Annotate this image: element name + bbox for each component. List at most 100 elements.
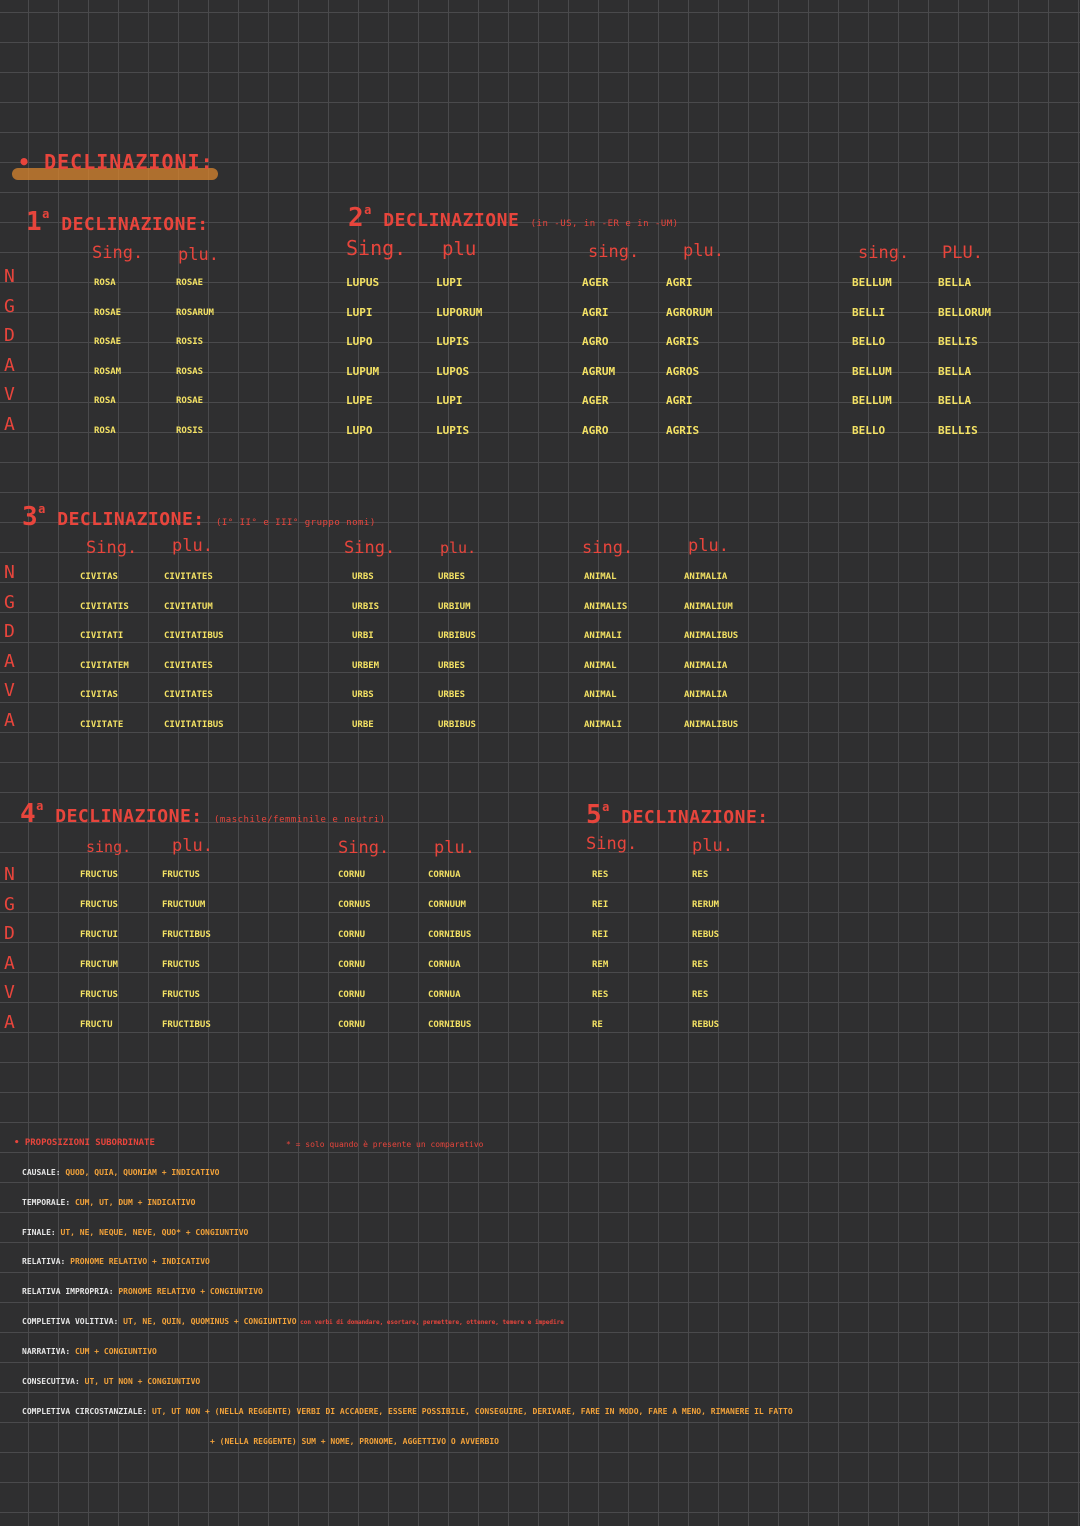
decl5-res-sing-5: RE bbox=[592, 1020, 603, 1030]
decl1-case-5: A bbox=[4, 413, 15, 435]
clause-line-9: + (NELLA REGGENTE) SUM + NOME, PRONOME, … bbox=[210, 1437, 499, 1446]
clause-label-2: FINALE: bbox=[22, 1228, 61, 1237]
decl2-ager-plu-5: AGRIS bbox=[666, 423, 700, 437]
clause-label-6: NARRATIVA: bbox=[22, 1347, 75, 1356]
decl2-bellum-plu-5: BELLIS bbox=[938, 423, 978, 437]
decl3-urbs-sing-4: URBS bbox=[352, 690, 374, 700]
decl1-sing-header: Sing. bbox=[92, 243, 144, 263]
clause-line-6: NARRATIVA: CUM + CONGIUNTIVO bbox=[22, 1347, 157, 1356]
decl4-title-text: DECLINAZIONE: bbox=[55, 806, 203, 827]
decl3-title: 3a DECLINAZIONE: (I° II° e III° gruppo n… bbox=[22, 502, 376, 532]
decl2-title-text: DECLINAZIONE bbox=[383, 210, 520, 231]
decl3-civitas-plu-0: CIVITATES bbox=[164, 572, 213, 582]
decl2-t3-sing-header: sing. bbox=[858, 243, 910, 263]
clauses-star-note: * = solo quando è presente un comparativ… bbox=[286, 1140, 484, 1149]
decl3-urbs-sing-1: URBIS bbox=[352, 601, 380, 612]
decl2-lupus-plu-0: LUPI bbox=[436, 276, 463, 289]
decl3-civitas-sing-5: CIVITATE bbox=[80, 719, 124, 730]
decl4-t1-sing-header: sing. bbox=[86, 838, 132, 856]
decl1-sing-5: ROSA bbox=[94, 425, 116, 436]
decl4-fructus-sing-2: FRUCTUI bbox=[80, 930, 118, 940]
decl1-sing-2: ROSAE bbox=[94, 337, 122, 347]
clause-label-0: CAUSALE: bbox=[22, 1168, 66, 1177]
page-title-text: DECLINAZIONI: bbox=[44, 150, 214, 174]
decl1-sing-0: ROSA bbox=[94, 278, 116, 288]
clause-text-5: UT, NE, QUIN, QUOMINUS + CONGIUNTIVO bbox=[123, 1317, 297, 1326]
decl3-urbs-sing-2: URBI bbox=[352, 631, 374, 641]
decl3-animal-plu-1: ANIMALIUM bbox=[684, 601, 733, 612]
clause-line-3: RELATIVA: PRONOME RELATIVO + INDICATIVO bbox=[22, 1257, 210, 1266]
decl3-civitas-plu-3: CIVITATES bbox=[164, 660, 213, 671]
decl4-case-5: A bbox=[4, 1011, 15, 1033]
decl1-title-num: 1 bbox=[26, 207, 43, 237]
clause-text-7: UT, UT NON + CONGIUNTIVO bbox=[84, 1377, 201, 1386]
decl4-t2-sing-header: Sing. bbox=[338, 838, 390, 858]
decl1-plu-3: ROSAS bbox=[176, 366, 204, 377]
decl4-cornu-sing-1: CORNUS bbox=[338, 900, 371, 910]
decl5-res-sing-1: REI bbox=[592, 900, 609, 910]
clause-line-2: FINALE: UT, NE, NEQUE, NEVE, QUO* + CONG… bbox=[22, 1228, 248, 1237]
decl3-civitas-plu-5: CIVITATIBUS bbox=[164, 719, 224, 730]
decl4-fructus-plu-2: FRUCTIBUS bbox=[162, 930, 211, 940]
decl3-animal-plu-4: ANIMALIA bbox=[684, 690, 728, 700]
decl4-title: 4a DECLINAZIONE: (maschile/femminile e n… bbox=[20, 799, 386, 829]
decl2-lupus-plu-5: LUPIS bbox=[436, 423, 470, 437]
decl4-fructus-plu-3: FRUCTUS bbox=[162, 960, 200, 970]
decl3-animal-plu-3: ANIMALIA bbox=[684, 660, 728, 671]
decl5-res-plu-0: RES bbox=[692, 870, 709, 880]
decl1-case-1: G bbox=[4, 295, 15, 317]
decl4-cornu-sing-3: CORNU bbox=[338, 960, 366, 970]
decl5-t1-plu-header: plu. bbox=[692, 836, 733, 856]
decl2-t1-sing-header: Sing. bbox=[346, 236, 407, 260]
decl1-sing-3: ROSAM bbox=[94, 366, 122, 377]
decl3-civitas-sing-2: CIVITATI bbox=[80, 631, 124, 641]
decl3-title-note: (I° II° e III° gruppo nomi) bbox=[215, 518, 376, 528]
decl1-sing-1: ROSAE bbox=[94, 307, 122, 318]
decl5-res-plu-5: REBUS bbox=[692, 1020, 720, 1030]
clause-label-1: TEMPORALE: bbox=[22, 1198, 75, 1207]
decl3-animal-sing-3: ANIMAL bbox=[584, 660, 617, 671]
decl4-case-0: N bbox=[4, 864, 15, 885]
decl2-lupus-plu-1: LUPORUM bbox=[436, 305, 483, 319]
decl3-animal-sing-4: ANIMAL bbox=[584, 690, 617, 700]
decl4-fructus-sing-4: FRUCTUS bbox=[80, 990, 118, 1000]
decl1-case-4: V bbox=[4, 384, 15, 405]
decl2-lupus-sing-5: LUPO bbox=[346, 423, 373, 437]
clause-text-6: CUM + CONGIUNTIVO bbox=[74, 1347, 157, 1356]
decl2-ager-plu-0: AGRI bbox=[666, 276, 693, 289]
decl2-t1-plu-header: plu bbox=[442, 238, 477, 260]
decl2-ager-plu-4: AGRI bbox=[666, 394, 693, 407]
decl1-title: 1a DECLINAZIONE: bbox=[26, 207, 209, 237]
decl3-animal-sing-1: ANIMALIS bbox=[584, 601, 628, 612]
clause-line-8: COMPLETIVA CIRCOSTANZIALE: UT, UT NON + … bbox=[22, 1407, 793, 1416]
decl4-fructus-sing-3: FRUCTUM bbox=[80, 960, 118, 970]
decl3-case-5: A bbox=[4, 709, 15, 731]
decl1-case-3: A bbox=[4, 354, 15, 376]
decl2-lupus-sing-4: LUPE bbox=[346, 394, 373, 407]
decl2-t2-sing-header: sing. bbox=[588, 242, 640, 262]
clause-line-7: CONSECUTIVA: UT, UT NON + CONGIUNTIVO bbox=[22, 1377, 200, 1386]
decl3-civitas-sing-4: CIVITAS bbox=[80, 690, 118, 700]
decl4-cornu-plu-0: CORNUA bbox=[428, 870, 461, 880]
decl4-cornu-sing-0: CORNU bbox=[338, 870, 366, 880]
decl4-t1-plu-header: plu. bbox=[172, 836, 213, 856]
decl3-t1-sing-header: Sing. bbox=[86, 538, 138, 558]
decl2-ager-plu-3: AGROS bbox=[666, 364, 700, 378]
decl4-cornu-sing-5: CORNU bbox=[338, 1020, 366, 1030]
clause-label-7: CONSECUTIVA: bbox=[22, 1377, 85, 1386]
decl3-animal-sing-0: ANIMAL bbox=[584, 572, 617, 582]
decl2-bellum-plu-3: BELLA bbox=[938, 364, 972, 378]
decl2-ager-plu-2: AGRIS bbox=[666, 335, 700, 348]
decl5-res-plu-1: RERUM bbox=[692, 900, 720, 910]
clause-text-0: QUOD, QUIA, QUONIAM + INDICATIVO bbox=[65, 1168, 220, 1177]
decl2-bellum-plu-1: BELLORUM bbox=[938, 305, 991, 319]
decl5-res-plu-3: RES bbox=[692, 960, 709, 970]
decl4-fructus-sing-0: FRUCTUS bbox=[80, 870, 118, 880]
decl2-title-sup: a bbox=[364, 203, 372, 217]
decl4-cornu-sing-4: CORNU bbox=[338, 990, 366, 1000]
decl4-fructus-plu-5: FRUCTIBUS bbox=[162, 1020, 211, 1030]
clause-text-8: UT, UT NON + (NELLA REGGENTE) VERBI DI A… bbox=[152, 1407, 793, 1416]
clause-text-2: UT, NE, NEQUE, NEVE, QUO* + CONGIUNTIVO bbox=[60, 1228, 249, 1237]
decl3-animal-plu-5: ANIMALIBUS bbox=[684, 719, 739, 730]
decl5-title-text: DECLINAZIONE: bbox=[621, 807, 769, 828]
